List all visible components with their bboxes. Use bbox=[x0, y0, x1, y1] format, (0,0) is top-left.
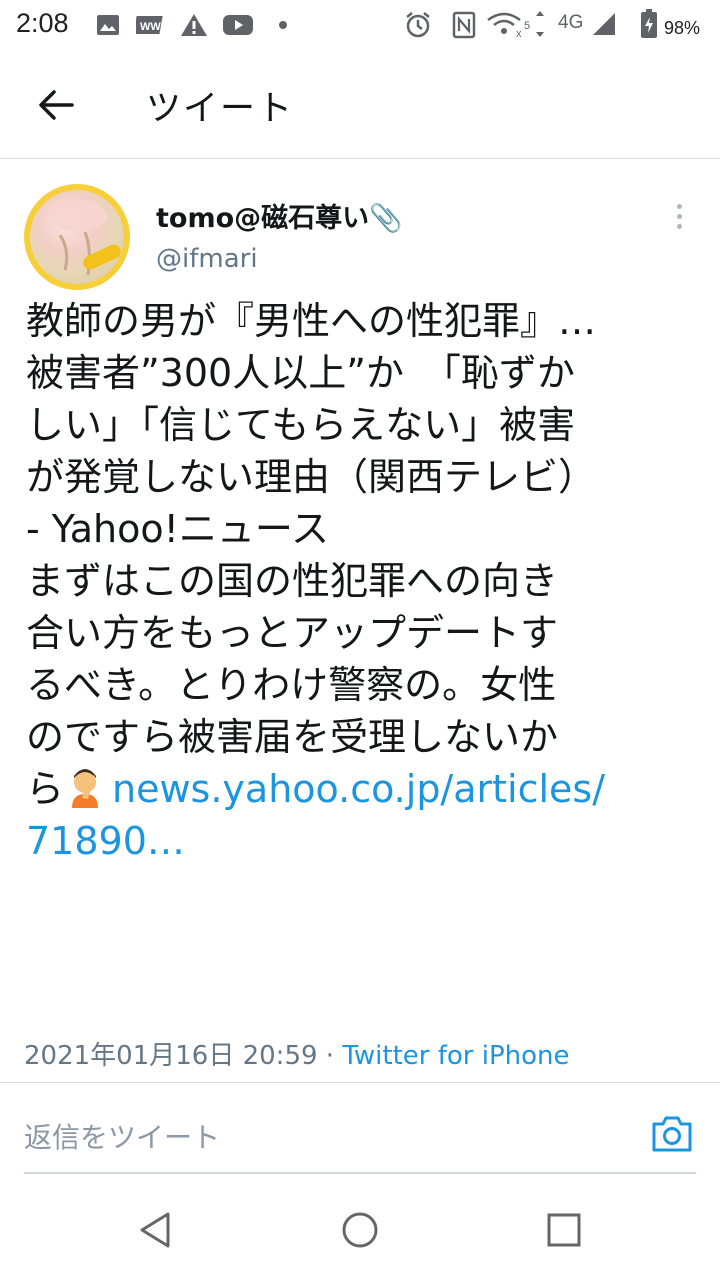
article-link[interactable]: news.yahoo.co.jp/articles/ bbox=[112, 767, 605, 811]
tweet-timestamp: 2021年01月16日 20:59 bbox=[24, 1041, 318, 1071]
article-link-continued[interactable]: 71890… bbox=[26, 815, 696, 867]
svg-text:5: 5 bbox=[524, 20, 530, 32]
user-handle[interactable]: @ifmari bbox=[156, 244, 258, 274]
nfc-icon bbox=[452, 11, 476, 39]
page-title: ツイート bbox=[146, 89, 295, 129]
nav-back-icon[interactable] bbox=[136, 1210, 176, 1250]
warning-icon bbox=[181, 14, 207, 36]
divider bbox=[0, 1082, 720, 1083]
more-dot-icon bbox=[677, 224, 682, 229]
tweet-line: まずはこの国の性犯罪への向き bbox=[26, 559, 559, 603]
tweet-line: 合い方をもっとアップデートす bbox=[26, 611, 559, 655]
article-link-tail[interactable]: 71890… bbox=[26, 819, 185, 863]
dot-icon bbox=[279, 21, 287, 29]
youtube-icon bbox=[223, 15, 253, 35]
arrow-left-icon bbox=[39, 90, 74, 120]
tweet-meta: 2021年01月16日 20:59 · Twitter for iPhone bbox=[24, 1035, 570, 1072]
nav-recents-icon[interactable] bbox=[544, 1210, 584, 1250]
status-bar: 2:08 WW x 5 4G 98% bbox=[0, 0, 720, 52]
tweet-line: 被害者”300人以上”か 「恥ずか bbox=[26, 351, 575, 395]
nav-home-icon[interactable] bbox=[340, 1210, 380, 1250]
news-icon: WW bbox=[136, 16, 163, 34]
tweet-line: - Yahoo!ニュース bbox=[26, 507, 329, 551]
avatar-image bbox=[30, 190, 124, 284]
more-dot-icon bbox=[677, 204, 682, 209]
tweet-line-last: ら news.yahoo.co.jp/articles/ bbox=[26, 763, 696, 815]
wifi-icon: x 5 bbox=[487, 11, 544, 40]
display-name[interactable]: tomo@磁石尊い📎 bbox=[156, 196, 403, 235]
reply-input[interactable]: 返信をツイート bbox=[24, 1116, 220, 1156]
system-nav-bar bbox=[0, 1180, 720, 1280]
tweet-line: が発覚しない理由（関西テレビ） bbox=[26, 455, 597, 499]
tweet-text: 教師の男が『男性への性犯罪』… 被害者”300人以上”か 「恥ずか しい」「信じても… bbox=[26, 295, 696, 867]
reply-underline bbox=[24, 1172, 696, 1174]
avatar-illustration-icon bbox=[50, 198, 121, 276]
battery-percent: 98% bbox=[664, 18, 701, 38]
meta-separator: · bbox=[325, 1041, 335, 1071]
facepalm-emoji-icon bbox=[72, 769, 99, 808]
signal-icon bbox=[593, 13, 615, 35]
back-button[interactable] bbox=[30, 82, 82, 128]
app-header: ツイート bbox=[0, 52, 720, 159]
more-options-button[interactable] bbox=[668, 200, 692, 234]
tweet-line: しい」「信じてもらえない」被害 bbox=[26, 403, 576, 447]
camera-button[interactable] bbox=[650, 1112, 694, 1156]
avatar[interactable] bbox=[24, 184, 130, 290]
battery-icon bbox=[641, 9, 657, 38]
svg-text:WW: WW bbox=[140, 21, 161, 33]
more-dot-icon bbox=[677, 214, 682, 219]
camera-icon bbox=[652, 1116, 692, 1152]
tweet-source-link[interactable]: Twitter for iPhone bbox=[342, 1041, 569, 1071]
tweet-line: のですら被害届を受理しないか bbox=[26, 715, 559, 759]
svg-text:x: x bbox=[516, 28, 522, 40]
tweet-line: 教師の男が『男性への性犯罪』… bbox=[26, 299, 597, 343]
tweet-line-prefix: ら bbox=[26, 767, 65, 811]
alarm-icon bbox=[406, 12, 430, 38]
status-time: 2:08 bbox=[16, 8, 69, 38]
tweet-line: るべき。とりわけ警察の。女性 bbox=[26, 663, 557, 707]
image-icon bbox=[97, 15, 119, 35]
network-type: 4G bbox=[558, 12, 584, 33]
